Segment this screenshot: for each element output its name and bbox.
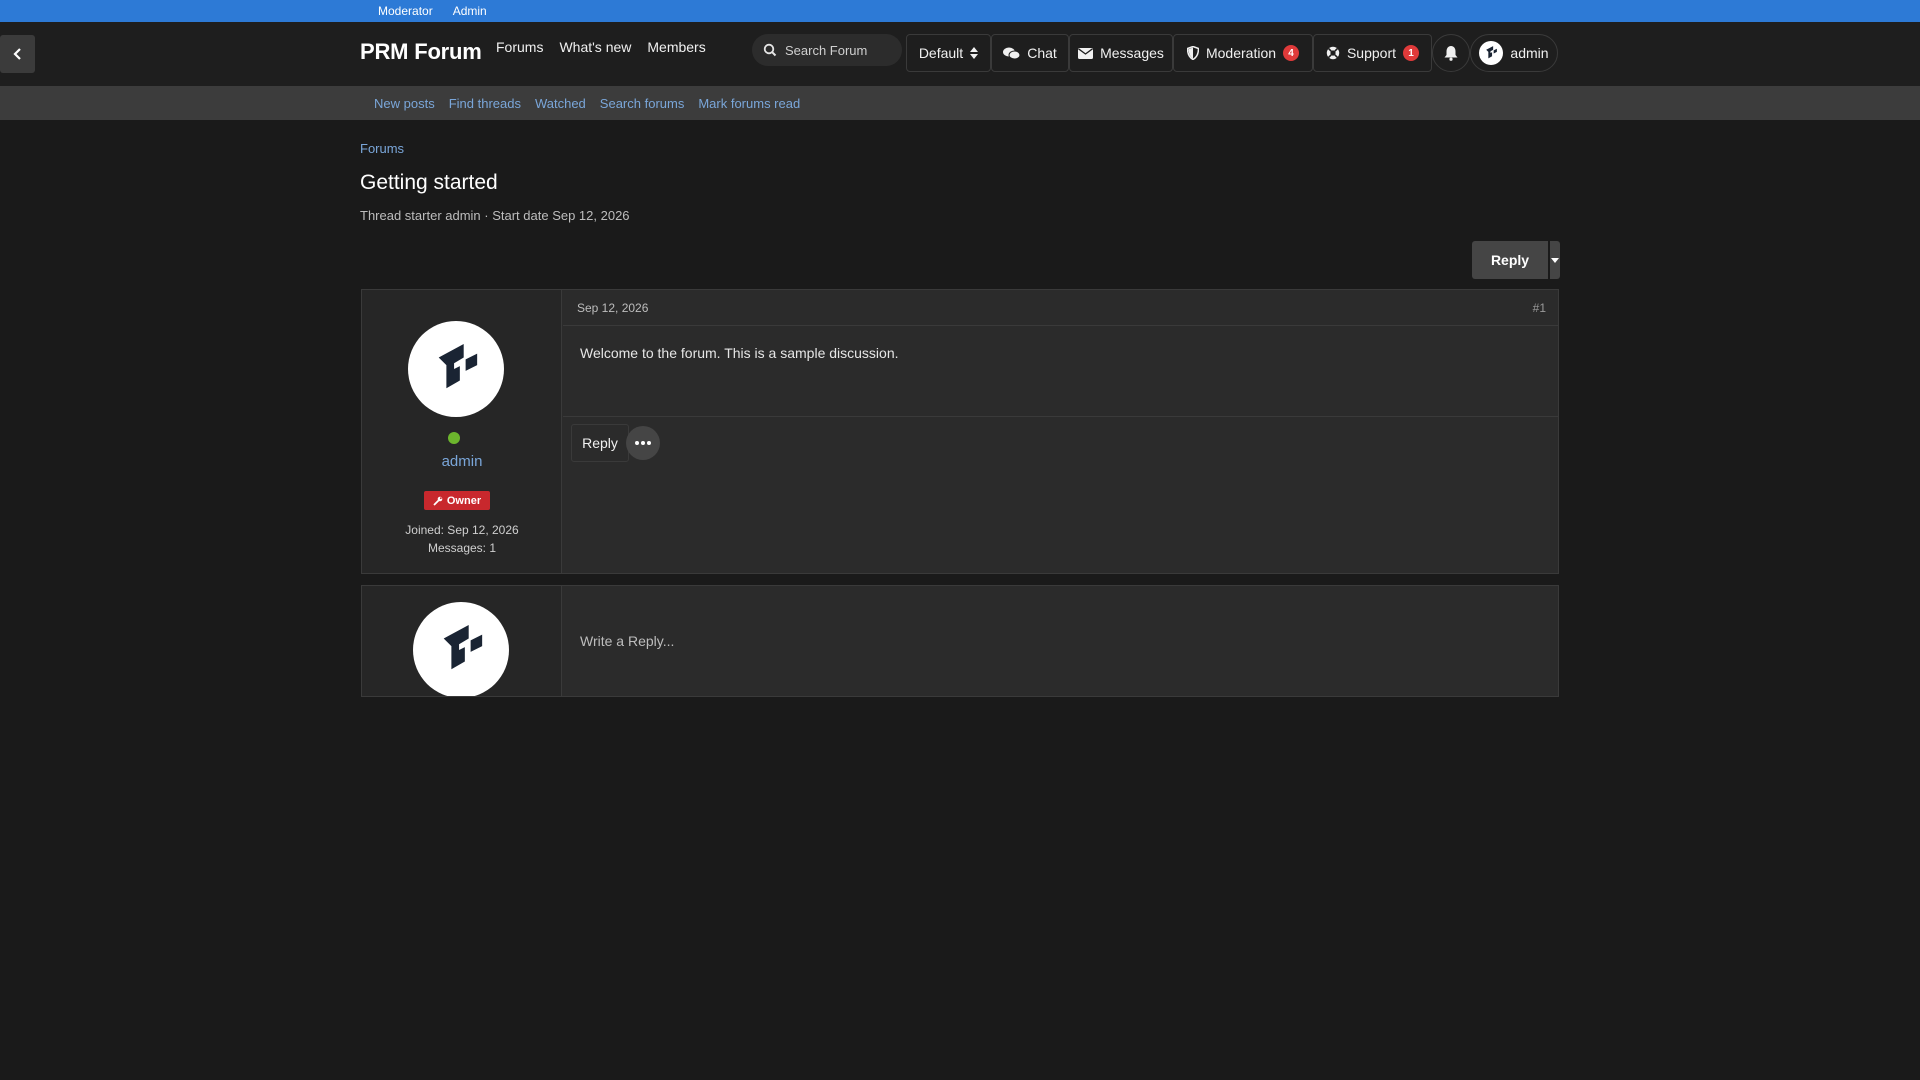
messages-label: Messages	[1100, 45, 1164, 61]
back-button[interactable]	[0, 35, 35, 73]
page-title: Getting started	[360, 171, 498, 194]
wrench-icon	[433, 496, 443, 506]
style-selector[interactable]: Default	[906, 34, 991, 72]
shield-icon	[1186, 46, 1199, 60]
reply-editor[interactable]: Write a Reply...	[580, 633, 674, 649]
user-logo-icon	[1486, 46, 1498, 59]
chat-icon	[1003, 47, 1021, 59]
author-joined: Joined: Sep 12, 2026	[405, 523, 519, 537]
author-username[interactable]: admin	[362, 453, 562, 470]
author-messages: Messages: 1	[427, 541, 497, 555]
reply-button-group: Reply	[1472, 241, 1560, 279]
sub-nav: New posts Find threads Watched Search fo…	[0, 86, 1920, 120]
staff-link-admin[interactable]: Admin	[453, 4, 487, 18]
notifications-button[interactable]	[1432, 34, 1470, 72]
support-count-badge: 1	[1403, 45, 1420, 61]
style-selector-label: Default	[918, 45, 964, 61]
staff-link-moderator[interactable]: Moderator	[378, 4, 433, 18]
chat-label: Chat	[1027, 45, 1057, 61]
messages-button[interactable]: Messages	[1069, 34, 1173, 72]
subnav-search-forums[interactable]: Search forums	[600, 96, 685, 111]
moderation-count-badge: 4	[1283, 45, 1300, 61]
post-number[interactable]: #1	[1533, 301, 1546, 315]
site-logo[interactable]: PRM Forum	[360, 39, 482, 65]
subnav-new-posts[interactable]: New posts	[374, 96, 435, 111]
post-user-column: admin Owner Joined: Sep 12, 2026 Message…	[362, 290, 562, 573]
post-body: Welcome to the forum. This is a sample d…	[580, 345, 899, 361]
moderation-label: Moderation	[1205, 45, 1277, 61]
thread-meta: Thread starter admin · Start date Sep 12…	[360, 208, 630, 223]
sort-icon	[970, 47, 979, 59]
owner-badge: Owner	[424, 491, 490, 510]
reply-user-column	[362, 586, 562, 696]
account-button[interactable]: admin	[1470, 34, 1558, 72]
ellipsis-icon	[635, 441, 651, 445]
user-logo-icon	[438, 344, 478, 389]
nav-forums[interactable]: Forums	[496, 39, 543, 55]
support-label: Support	[1346, 45, 1397, 61]
avatar	[1479, 41, 1504, 65]
search-box[interactable]	[752, 34, 902, 66]
reply-menu-button[interactable]	[1550, 241, 1560, 279]
breadcrumb[interactable]: Forums	[360, 141, 404, 156]
search-icon	[763, 43, 777, 57]
nav-whats-new[interactable]: What's new	[559, 39, 631, 55]
support-button[interactable]: Support 1	[1313, 34, 1432, 72]
user-logo-icon	[443, 625, 483, 670]
envelope-icon	[1078, 47, 1094, 59]
main-nav: Forums What's new Members	[496, 39, 706, 55]
post-header: Sep 12, 2026 #1	[563, 290, 1558, 326]
search-input[interactable]	[785, 42, 895, 58]
subnav-watched[interactable]: Watched	[535, 96, 586, 111]
lifebuoy-icon	[1326, 46, 1340, 60]
reply-button[interactable]: Reply	[1472, 241, 1548, 279]
subnav-mark-forums-read[interactable]: Mark forums read	[698, 96, 800, 111]
post-reply-button[interactable]: Reply	[571, 424, 629, 462]
divider	[563, 416, 1558, 417]
moderation-button[interactable]: Moderation 4	[1173, 34, 1313, 72]
subnav-find-threads[interactable]: Find threads	[449, 96, 521, 111]
more-options-button[interactable]	[626, 426, 660, 460]
account-label: admin	[1510, 45, 1549, 61]
online-status-dot	[448, 432, 460, 444]
staff-bar: Moderator Admin	[0, 0, 1920, 22]
current-user-avatar	[413, 602, 509, 696]
post: admin Owner Joined: Sep 12, 2026 Message…	[361, 289, 1559, 574]
nav-members[interactable]: Members	[647, 39, 705, 55]
caret-down-icon	[1551, 257, 1559, 263]
chat-button[interactable]: Chat	[991, 34, 1069, 72]
bell-icon	[1444, 46, 1458, 61]
author-avatar[interactable]	[408, 321, 504, 417]
post-date[interactable]: Sep 12, 2026	[577, 301, 648, 315]
site-header: PRM Forum Forums What's new Members Defa…	[0, 22, 1920, 86]
chevron-left-icon	[12, 48, 21, 60]
quick-reply: Write a Reply...	[361, 585, 1559, 697]
owner-badge-label: Owner	[446, 494, 482, 507]
